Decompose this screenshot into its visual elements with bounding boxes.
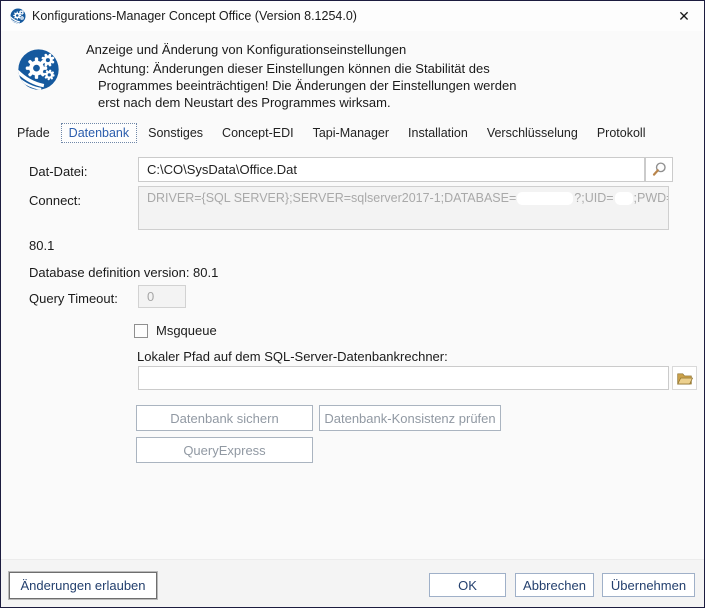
dialog-heading: Anzeige und Änderung von Konfigurationse… — [86, 42, 406, 57]
version-value: 80.1 — [29, 238, 54, 253]
datenbank-konsistenz-pruefen-button[interactable]: Datenbank-Konsistenz prüfen — [319, 405, 501, 431]
redaction-blob — [615, 192, 633, 205]
abbrechen-button[interactable]: Abbrechen — [515, 573, 594, 597]
tab-bar: Pfade Datenbank Sonstiges Concept-EDI Ta… — [9, 122, 696, 144]
tab-installation[interactable]: Installation — [400, 123, 476, 143]
warning-line: Programmes beeinträchtigen! Die Änderung… — [98, 77, 516, 94]
tab-tapi-manager[interactable]: Tapi-Manager — [305, 123, 397, 143]
connect-string-part: ;PWD= — [634, 191, 669, 205]
dat-datei-label: Dat-Datei: — [29, 164, 88, 179]
concept-office-logo — [17, 48, 60, 91]
dat-datei-input[interactable] — [138, 157, 645, 182]
connect-label: Connect: — [29, 193, 81, 208]
redaction-blob — [517, 192, 573, 205]
msgqueue-label: Msgqueue — [156, 323, 217, 338]
folder-icon — [676, 371, 693, 386]
title-bar: Konfigurations-Manager Concept Office (V… — [1, 1, 704, 31]
config-manager-dialog: Konfigurations-Manager Concept Office (V… — [0, 0, 705, 608]
queryexpress-button[interactable]: QueryExpress — [136, 437, 313, 463]
warning-line: erst nach dem Neustart des Programmes wi… — [98, 94, 516, 111]
tab-pfade[interactable]: Pfade — [9, 123, 58, 143]
uebernehmen-button[interactable]: Übernehmen — [602, 573, 695, 597]
msgqueue-checkbox[interactable] — [134, 324, 148, 338]
app-logo-icon — [10, 8, 26, 24]
search-icon — [651, 161, 668, 178]
close-button[interactable]: ✕ — [664, 1, 704, 31]
window-title: Konfigurations-Manager Concept Office (V… — [32, 1, 357, 31]
connect-string-box: DRIVER={SQL SERVER};SERVER=sqlserver2017… — [138, 186, 669, 230]
browse-local-path-button[interactable] — [672, 366, 697, 390]
aenderungen-erlauben-button[interactable]: Änderungen erlauben — [9, 572, 157, 599]
local-path-input[interactable] — [138, 366, 669, 390]
query-timeout-input — [138, 285, 186, 308]
tab-protokoll[interactable]: Protokoll — [589, 123, 654, 143]
browse-dat-file-button[interactable] — [645, 157, 673, 182]
warning-text: Achtung: Änderungen dieser Einstellungen… — [98, 60, 516, 111]
warning-line: Achtung: Änderungen dieser Einstellungen… — [98, 60, 516, 77]
query-timeout-label: Query Timeout: — [29, 291, 118, 306]
tab-datenbank[interactable]: Datenbank — [61, 123, 137, 143]
db-definition-version: Database definition version: 80.1 — [29, 265, 218, 280]
tab-sonstiges[interactable]: Sonstiges — [140, 123, 211, 143]
tab-verschluesselung[interactable]: Verschlüsselung — [479, 123, 586, 143]
datenbank-sichern-button[interactable]: Datenbank sichern — [136, 405, 313, 431]
local-path-label: Lokaler Pfad auf dem SQL-Server-Datenban… — [137, 349, 448, 364]
tab-concept-edi[interactable]: Concept-EDI — [214, 123, 302, 143]
connect-string-part: DRIVER={SQL SERVER};SERVER=sqlserver2017… — [147, 191, 516, 205]
ok-button[interactable]: OK — [429, 573, 506, 597]
connect-string-part: ?;UID= — [574, 191, 613, 205]
